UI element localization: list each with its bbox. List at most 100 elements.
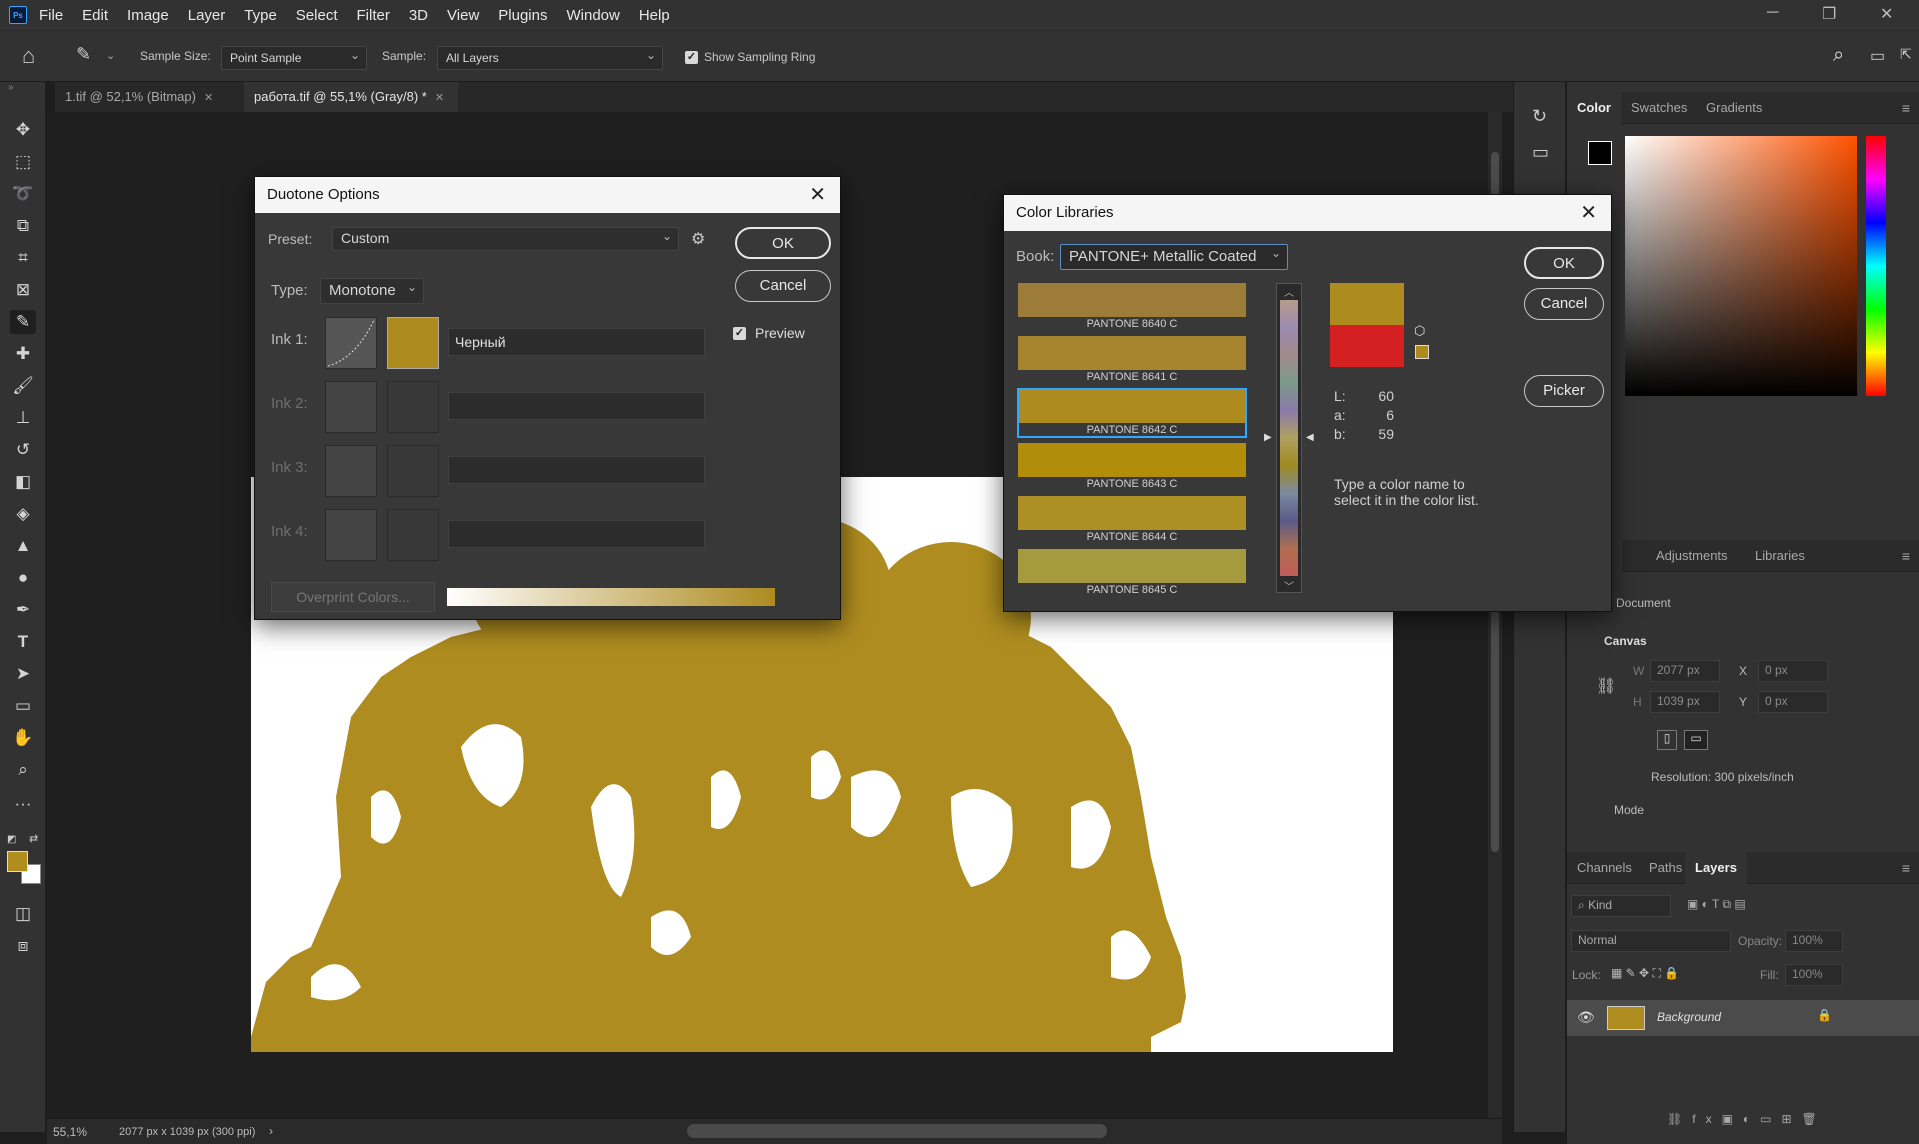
layer-row-background[interactable]: 👁 Background 🔒 <box>1567 1000 1919 1036</box>
close-tab-icon[interactable]: ✕ <box>435 92 444 104</box>
tab-adjustments[interactable]: Adjustments <box>1646 540 1738 572</box>
foreground-color-swatch[interactable] <box>7 851 28 872</box>
sample-size-select[interactable]: Point Sample <box>221 46 367 70</box>
share-icon[interactable]: ⇱ <box>1900 46 1912 63</box>
search-icon[interactable]: ⌕ <box>1833 44 1844 67</box>
chevron-down-icon[interactable]: ﹀ <box>1277 578 1301 593</box>
tab-rabota-tif[interactable]: работа.tif @ 55,1% (Gray/8) * ✕ <box>244 82 458 112</box>
menu-window[interactable]: Window <box>566 7 619 24</box>
more-tools-icon[interactable]: ··· <box>10 792 36 816</box>
chevron-up-icon[interactable]: ︿ <box>1277 284 1301 299</box>
tab-color[interactable]: Color <box>1567 92 1621 124</box>
color-strip[interactable] <box>1280 300 1298 576</box>
menu-filter[interactable]: Filter <box>357 7 390 24</box>
zoom-level[interactable]: 55,1% <box>53 1125 87 1139</box>
menu-type[interactable]: Type <box>244 7 277 24</box>
fill-field[interactable]: 100% <box>1785 964 1843 986</box>
menu-layer[interactable]: Layer <box>188 7 226 24</box>
picker-button[interactable]: Picker <box>1524 375 1604 407</box>
object-select-tool-icon[interactable]: ⧉ <box>10 214 36 238</box>
swatch-8644[interactable]: PANTONE 8644 C <box>1018 496 1246 544</box>
ink3-curve-box[interactable] <box>325 445 377 497</box>
panel-menu-icon[interactable]: ≡ <box>1902 100 1910 116</box>
collapse-icon[interactable]: » <box>8 82 14 93</box>
move-tool-icon[interactable]: ✥ <box>10 118 36 142</box>
zoom-tool-icon[interactable]: ⌕ <box>10 758 36 782</box>
brush-tool-icon[interactable]: 🖌 <box>10 374 36 398</box>
quick-mask-icon[interactable]: ◫ <box>10 902 36 926</box>
menu-file[interactable]: File <box>39 7 63 24</box>
swatch-8640[interactable]: PANTONE 8640 C <box>1018 283 1246 331</box>
lock-icon[interactable]: 🔒 <box>1817 1008 1832 1022</box>
comments-icon[interactable]: ▭ <box>1532 142 1549 163</box>
chevron-down-icon[interactable]: ⌄ <box>106 49 115 62</box>
horizontal-scrollbar[interactable] <box>687 1124 1107 1138</box>
hand-tool-icon[interactable]: ✋ <box>10 726 36 750</box>
rectangle-tool-icon[interactable]: ▭ <box>10 694 36 718</box>
landscape-icon[interactable]: ▭ <box>1684 730 1708 750</box>
kind-filter[interactable]: ⌕ Kind <box>1571 895 1671 917</box>
ink2-color-box[interactable] <box>387 381 439 433</box>
panel-menu-icon[interactable]: ≡ <box>1902 860 1910 876</box>
link-icon[interactable]: ⛓ <box>1596 676 1616 696</box>
menu-view[interactable]: View <box>447 7 479 24</box>
saturation-field[interactable] <box>1625 136 1857 396</box>
ink2-curve-box[interactable] <box>325 381 377 433</box>
doc-info[interactable]: 2077 px x 1039 px (300 ppi) <box>119 1126 255 1138</box>
book-select[interactable]: PANTONE+ Metallic Coated <box>1060 244 1288 270</box>
opacity-field[interactable]: 100% <box>1785 930 1843 952</box>
eyedropper-tool-icon[interactable]: ✎ <box>10 310 36 334</box>
fg-swatch[interactable] <box>1588 141 1612 165</box>
swatch-8643[interactable]: PANTONE 8643 C <box>1018 443 1246 491</box>
dodge-tool-icon[interactable]: ● <box>10 566 36 590</box>
slider-arrow-right-icon[interactable]: ◀ <box>1306 432 1314 443</box>
x-field[interactable]: 0 px <box>1758 660 1828 682</box>
cancel-button[interactable]: Cancel <box>735 270 831 302</box>
cancel-button[interactable]: Cancel <box>1524 288 1604 320</box>
tab-1-tif[interactable]: 1.tif @ 52,1% (Bitmap) ✕ <box>55 82 233 112</box>
preset-select[interactable]: Custom <box>332 227 679 251</box>
swatch-8641[interactable]: PANTONE 8641 C <box>1018 336 1246 384</box>
menu-help[interactable]: Help <box>639 7 670 24</box>
tab-channels[interactable]: Channels <box>1567 852 1642 884</box>
menu-select[interactable]: Select <box>296 7 338 24</box>
ink1-name-field[interactable]: Черный <box>448 328 705 356</box>
gamut-chip[interactable] <box>1415 345 1429 359</box>
eye-icon[interactable]: 👁 <box>1577 1009 1595 1026</box>
canvas-section[interactable]: Canvas <box>1604 634 1647 648</box>
blend-mode-select[interactable]: Normal <box>1571 930 1731 952</box>
tab-swatches[interactable]: Swatches <box>1621 92 1697 124</box>
healing-brush-icon[interactable]: ✚ <box>10 342 36 366</box>
path-select-icon[interactable]: ➤ <box>10 662 36 686</box>
screen-mode-icon[interactable]: ⧈ <box>10 934 36 958</box>
lock-icons[interactable]: ▦ ✎ ✥ ⛶ 🔒 <box>1611 966 1679 981</box>
menu-image[interactable]: Image <box>127 7 169 24</box>
preview-checkbox[interactable]: ✓ <box>733 327 746 340</box>
crop-tool-icon[interactable]: ⌗ <box>10 246 36 270</box>
out-of-gamut-icon[interactable]: ⬡ <box>1414 323 1425 339</box>
filter-icons[interactable]: ▣ ◐ T ⧉ ▤ <box>1687 897 1746 912</box>
history-icon[interactable]: ↻ <box>1532 106 1547 127</box>
height-field[interactable]: 1039 px <box>1650 691 1720 713</box>
stamp-tool-icon[interactable]: ⊥ <box>10 406 36 430</box>
minimize-icon[interactable]: ─ <box>1767 4 1778 22</box>
color-strip-slider[interactable]: ︿ ﹀ <box>1276 283 1302 593</box>
ink4-curve-box[interactable] <box>325 509 377 561</box>
sample-select[interactable]: All Layers <box>437 46 663 70</box>
restore-icon[interactable]: ❐ <box>1822 4 1836 24</box>
overprint-colors-button[interactable]: Overprint Colors... <box>271 582 435 612</box>
default-colors-icon[interactable]: ◩ <box>7 834 16 845</box>
panel-menu-icon[interactable]: ≡ <box>1902 548 1910 564</box>
swatch-8642-selected[interactable]: PANTONE 8642 C <box>1017 388 1247 438</box>
layer-actions[interactable]: ⛓fx▣◐▭⊞🗑 <box>1667 1112 1827 1126</box>
lasso-tool-icon[interactable]: ➰ <box>10 182 36 206</box>
home-icon[interactable]: ⌂ <box>22 43 35 69</box>
type-tool-icon[interactable]: T <box>10 630 36 654</box>
portrait-icon[interactable]: ▯ <box>1657 730 1677 750</box>
menu-edit[interactable]: Edit <box>82 7 108 24</box>
tab-libraries[interactable]: Libraries <box>1745 540 1815 572</box>
ink4-color-box[interactable] <box>387 509 439 561</box>
eyedropper-icon[interactable]: ✎ <box>76 44 91 65</box>
pen-tool-icon[interactable]: ✒ <box>10 598 36 622</box>
frame-tool-icon[interactable]: ⊠ <box>10 278 36 302</box>
